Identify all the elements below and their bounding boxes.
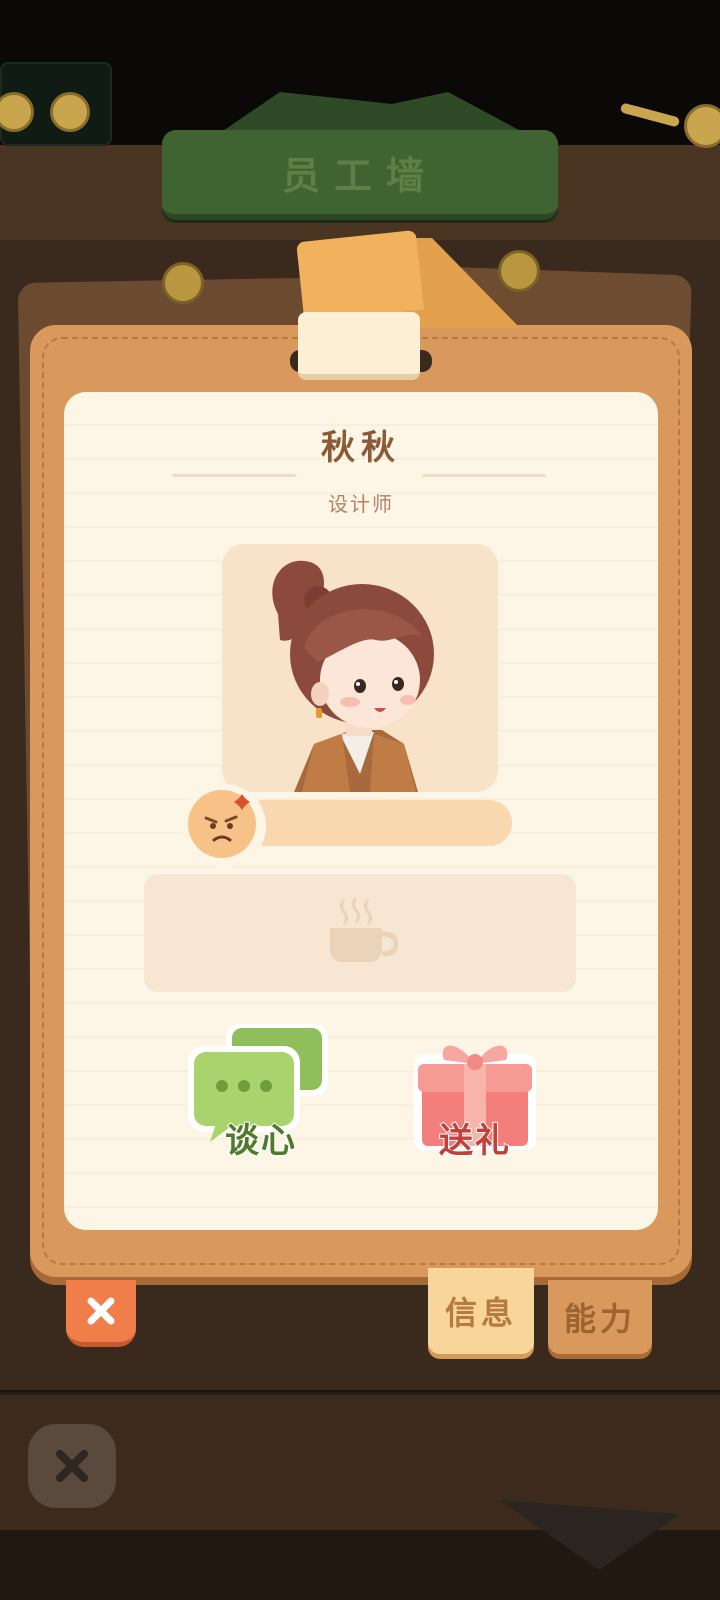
divider: [172, 474, 296, 477]
card-clip: [298, 312, 420, 380]
divider: [422, 474, 546, 477]
close-icon: [87, 1297, 115, 1325]
tab-info-label: 信息: [444, 1294, 517, 1332]
talk-label: 谈心: [224, 1120, 297, 1162]
gift-label: 送礼: [438, 1120, 511, 1162]
clip-tab: [296, 229, 424, 323]
pin-icon: [684, 104, 720, 148]
close-icon: [56, 1450, 88, 1482]
title-sign: 员工墙: [162, 130, 558, 220]
pin-icon: [162, 262, 204, 304]
tab-ability[interactable]: 能力: [548, 1280, 652, 1354]
tab-ability-label: 能力: [563, 1300, 636, 1338]
gear-icon: [0, 92, 34, 132]
pin-icon: [498, 250, 540, 292]
tab-info[interactable]: 信息: [428, 1268, 534, 1354]
background-close-button: [28, 1424, 116, 1508]
employee-job-title: 设计师: [328, 492, 394, 516]
gear-decoration: [0, 62, 112, 146]
angry-face-icon: [188, 790, 256, 858]
employee-avatar: [272, 560, 434, 792]
coffee-cup-icon: [320, 896, 400, 970]
activity-slot: [144, 874, 576, 992]
page-title: 员工墙: [281, 153, 438, 198]
talk-button[interactable]: 谈心: [186, 1020, 336, 1170]
employee-portrait: [222, 544, 498, 792]
gift-button[interactable]: 送礼: [400, 1020, 550, 1170]
employee-name: 秋秋: [321, 428, 401, 468]
gear-icon: [50, 92, 90, 132]
mood-bar: [240, 800, 512, 846]
close-button[interactable]: [66, 1280, 136, 1347]
